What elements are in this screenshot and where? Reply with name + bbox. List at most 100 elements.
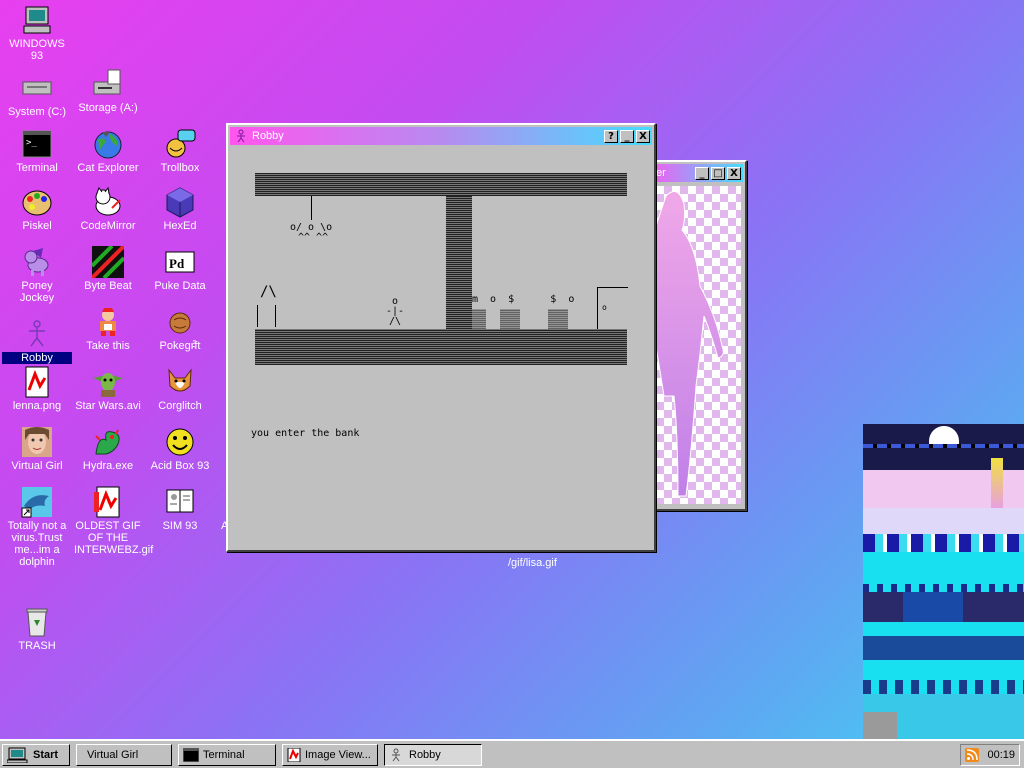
ball-icon [164,306,196,338]
computer-icon [21,4,53,36]
desktop-icon-piskel[interactable]: Piskel [2,186,72,232]
robby-window-title: Robby [252,130,284,142]
corgi-icon [164,366,196,398]
close-button[interactable]: X [636,129,650,143]
game-message: you enter the bank [251,428,360,439]
desktop-icon-hydra[interactable]: Hydra.exe [73,426,143,472]
desktop-icon-poney-jockey[interactable]: Poney Jockey [2,246,72,304]
desktop-icon-robby[interactable]: Robby [2,318,72,364]
taskbar: Start Virtual Girl Terminal Image View..… [0,739,1024,768]
terminal-icon [182,747,200,763]
desktop-icon-puke-data[interactable]: Pd Puke Data [145,246,215,292]
desktop-icon-lenna[interactable]: lenna.png [2,366,72,412]
desktop-icon-trash[interactable]: TRASH [2,606,72,652]
clock: 00:19 [987,749,1015,761]
gif-file-icon [92,486,124,518]
pd-icon: Pd [164,246,196,278]
desktop-icon-trollbox[interactable]: Trollbox [145,128,215,174]
windows-logo-icon [6,747,29,764]
desktop-icon-label: Puke Data [154,280,206,292]
house-roof: /\ [260,284,277,300]
robby-window[interactable]: Robby ? _ X o/ o \o ^^ ^^ /\ o -|- /\ m … [226,123,656,552]
cube-icon [164,186,196,218]
desktop-icon-label: Take this [86,340,130,352]
face-icon [21,426,53,458]
book-icon [164,486,196,518]
minimize-button[interactable]: _ [695,166,709,180]
stick-figure-icon [234,129,248,143]
desktop-icon-take-this[interactable]: Take this [73,306,143,352]
globe-icon [92,128,124,160]
dolphin-icon [21,486,53,518]
figure-silhouette-icon [656,191,724,497]
chat-icon [164,128,196,160]
lisa-gif-label[interactable]: /gif/lisa.gif [508,557,557,569]
desktop-icon-label: WINDOWS 93 [9,38,65,62]
desktop-icon-sim93[interactable]: SIM 93 [145,486,215,532]
image-viewer-window[interactable]: er _ □ X [640,160,747,511]
desktop-icon-label: Storage (A:) [78,102,138,114]
desktop-icon-label: Acid Box 93 [150,460,210,472]
start-button[interactable]: Start [2,744,70,766]
player-legs: /\ [389,316,402,327]
teller-desk-1 [472,309,486,329]
pony-icon [21,246,53,278]
desktop-icon-windows93[interactable]: WINDOWS 93 [2,4,72,62]
desktop-icon-system[interactable]: System (C:) [2,72,72,118]
robby-titlebar[interactable]: Robby ? _ X [230,127,652,145]
maximize-button[interactable]: □ [711,166,725,180]
ceiling-figures-feet: ^^ ^^ [298,232,329,243]
desktop-icon-label: Star Wars.avi [75,400,141,412]
desktop-icon-hexed[interactable]: HexEd [145,186,215,232]
task-terminal[interactable]: Terminal [178,744,276,766]
robby-game-area[interactable]: o/ o \o ^^ ^^ /\ o -|- /\ m o $ $ o o yo… [228,147,650,546]
palette-icon [21,186,53,218]
task-virtual-girl[interactable]: Virtual Girl [76,744,172,766]
desktop-icon-byte-beat[interactable]: Byte Beat [73,244,143,292]
task-label: Image View... [305,749,371,761]
rss-icon[interactable] [965,748,979,762]
desktop-icon-label: HexEd [163,220,197,232]
desktop-icon-label: CodeMirror [80,220,136,232]
help-button[interactable]: ? [604,129,618,143]
desktop-icon-label: Terminal [16,162,58,174]
close-button[interactable]: X [727,166,741,180]
stick-figure-icon [389,748,403,762]
desktop-icon-pokecraft[interactable]: Pokegr̴͒ft [145,306,215,352]
desktop-icon-label: Byte Beat [84,280,132,292]
cat-icon [92,186,124,218]
teller-desk-2 [500,309,520,329]
desktop-icon-star-wars[interactable]: Star Wars.avi [73,366,143,412]
floppy-drive-icon [92,68,124,100]
desktop-icon-label: Virtual Girl [11,460,63,472]
task-robby[interactable]: Robby [384,744,482,766]
desktop: { "desktop": { "icons": [ {"id":"windows… [0,0,1024,768]
desktop-icon-label: TRASH [18,640,56,652]
task-label: Virtual Girl [87,749,139,761]
desktop-icon-storage[interactable]: Storage (A:) [73,68,143,114]
desktop-icon-label: Robby [2,352,72,364]
character-icon [92,306,124,338]
desktop-icon-corglitch[interactable]: Corglitch [145,366,215,412]
svg-text:>_: >_ [26,138,37,148]
house-wall-left [257,305,258,327]
ceiling-platform [255,173,627,196]
teller-desk-3 [548,309,568,329]
task-image-viewer[interactable]: Image View... [282,744,378,766]
hydra-icon [92,426,124,458]
desktop-icon-label: OLDEST GIF OF THE INTERWEBZ.gif [74,520,154,556]
desktop-icon-codemirror[interactable]: CodeMirror [73,186,143,232]
minimize-button[interactable]: _ [620,129,634,143]
image-file-icon [287,747,301,763]
system-tray: 00:19 [960,744,1020,766]
desktop-icon-label: Trollbox [160,162,200,174]
image-viewer-titlebar[interactable]: er _ □ X [644,164,743,182]
desktop-icon-cat-explorer[interactable]: Cat Explorer [73,128,143,174]
desktop-icon-acid-box[interactable]: Acid Box 93 [145,426,215,472]
desktop-icon-dolphin[interactable]: Totally not a virus.Trust me...im a dolp… [2,486,72,568]
desktop-icon-terminal[interactable]: >_ Terminal [2,128,72,174]
bank-npcs: m o $ $ o [472,294,575,305]
desktop-icon-virtual-girl[interactable]: Virtual Girl [2,426,72,472]
desktop-icon-oldest-gif[interactable]: OLDEST GIF OF THE INTERWEBZ.gif [73,486,154,556]
desktop-icon-label: Hydra.exe [82,460,134,472]
